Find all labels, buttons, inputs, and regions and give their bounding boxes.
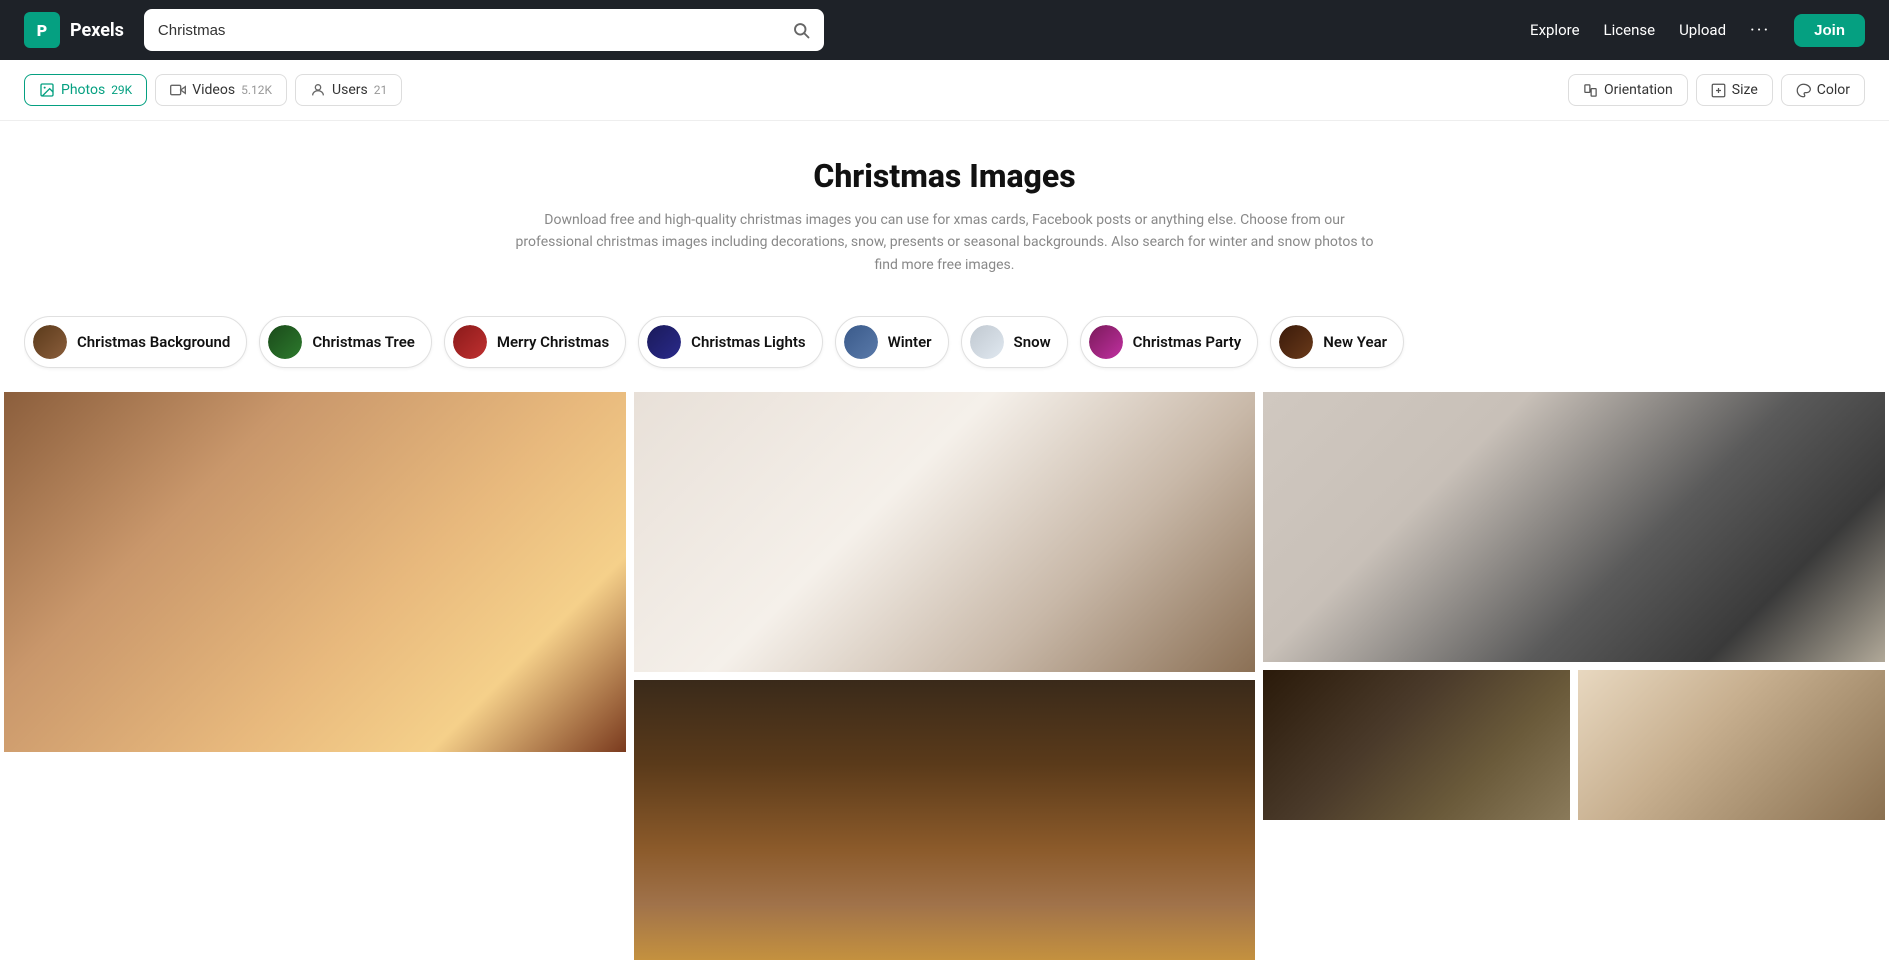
chip-label: Christmas Party (1133, 333, 1242, 351)
chip-avatar-inner (970, 325, 1004, 359)
nav-license[interactable]: License (1604, 21, 1656, 39)
chip-label: Winter (888, 333, 932, 351)
tabs-right: Orientation Size Color (1568, 74, 1865, 106)
size-label: Size (1732, 82, 1758, 98)
photo-item[interactable] (1263, 392, 1885, 662)
chip-winter[interactable]: Winter (835, 316, 949, 368)
hero-description: Download free and high-quality christmas… (515, 209, 1375, 276)
tab-photos[interactable]: Photos 29K (24, 74, 147, 106)
orientation-filter[interactable]: Orientation (1568, 74, 1688, 106)
photo-item[interactable] (1578, 670, 1885, 820)
user-icon (310, 82, 326, 98)
chip-christmas-party[interactable]: Christmas Party (1080, 316, 1259, 368)
orientation-label: Orientation (1604, 82, 1673, 98)
chip-avatar-inner (33, 325, 67, 359)
join-button[interactable]: Join (1794, 14, 1865, 47)
color-icon (1796, 83, 1811, 98)
chip-christmas-background[interactable]: Christmas Background (24, 316, 247, 368)
tabs-left: Photos 29K Videos 5.12K Users 21 (24, 74, 402, 106)
logo-name: Pexels (70, 20, 124, 41)
chip-avatar-inner (1279, 325, 1313, 359)
color-filter[interactable]: Color (1781, 74, 1865, 106)
chip-label: Christmas Background (77, 333, 230, 351)
chips-row: Christmas Background Christmas Tree Merr… (24, 316, 1865, 372)
chips-wrapper: Christmas Background Christmas Tree Merr… (0, 296, 1889, 372)
chip-avatar (1089, 325, 1123, 359)
chip-avatar (1279, 325, 1313, 359)
tab-videos-count: 5.12K (241, 83, 272, 97)
chip-christmas-lights[interactable]: Christmas Lights (638, 316, 822, 368)
chip-label: Merry Christmas (497, 333, 609, 351)
photo-col-3 (1259, 388, 1889, 964)
photo-item[interactable] (634, 680, 1256, 960)
nav-explore[interactable]: Explore (1530, 21, 1580, 39)
tab-videos-label: Videos (192, 82, 235, 98)
orientation-icon (1583, 83, 1598, 98)
photo-col-3-bottom-row (1259, 666, 1889, 824)
chip-avatar (844, 325, 878, 359)
photo-item[interactable] (1263, 670, 1570, 820)
tab-users[interactable]: Users 21 (295, 74, 402, 106)
tab-photos-label: Photos (61, 82, 105, 98)
logo-area[interactable]: P Pexels (24, 12, 124, 48)
chip-label: New Year (1323, 333, 1387, 351)
photo-item[interactable] (634, 392, 1256, 672)
search-icon (792, 21, 810, 39)
chip-avatar (647, 325, 681, 359)
tabs-bar: Photos 29K Videos 5.12K Users 21 Orienta… (0, 60, 1889, 121)
chip-label: Christmas Lights (691, 333, 805, 351)
chip-merry-christmas[interactable]: Merry Christmas (444, 316, 626, 368)
video-icon (170, 82, 186, 98)
photo-icon (39, 82, 55, 98)
chip-avatar (33, 325, 67, 359)
color-label: Color (1817, 82, 1850, 98)
chip-christmas-tree[interactable]: Christmas Tree (259, 316, 432, 368)
chip-avatar (970, 325, 1004, 359)
logo-icon: P (24, 12, 60, 48)
hero-section: Christmas Images Download free and high-… (0, 121, 1889, 296)
size-filter[interactable]: Size (1696, 74, 1773, 106)
photo-col-1 (0, 388, 630, 964)
photo-grid (0, 372, 1889, 964)
tab-photos-count: 29K (111, 83, 132, 97)
chip-avatar-inner (268, 325, 302, 359)
search-button[interactable] (792, 21, 810, 39)
search-bar (144, 9, 824, 51)
chip-label: Snow (1014, 333, 1051, 351)
tab-users-count: 21 (374, 83, 388, 97)
photo-item[interactable] (4, 392, 626, 752)
chip-avatar (453, 325, 487, 359)
nav-more[interactable]: ··· (1750, 20, 1770, 41)
chip-avatar-inner (1089, 325, 1123, 359)
chip-avatar-inner (844, 325, 878, 359)
size-icon (1711, 83, 1726, 98)
nav-upload[interactable]: Upload (1679, 21, 1726, 39)
photo-col-2 (630, 388, 1260, 964)
tab-users-label: Users (332, 82, 368, 98)
chip-avatar-inner (453, 325, 487, 359)
chip-label: Christmas Tree (312, 333, 415, 351)
search-input[interactable] (158, 22, 784, 39)
hero-title: Christmas Images (24, 157, 1865, 195)
chip-avatar-inner (647, 325, 681, 359)
chip-snow[interactable]: Snow (961, 316, 1068, 368)
header-nav: Explore License Upload ··· Join (1530, 14, 1865, 47)
chip-new-year[interactable]: New Year (1270, 316, 1404, 368)
chip-avatar (268, 325, 302, 359)
tab-videos[interactable]: Videos 5.12K (155, 74, 287, 106)
site-header: P Pexels Explore License Upload ··· Join (0, 0, 1889, 60)
